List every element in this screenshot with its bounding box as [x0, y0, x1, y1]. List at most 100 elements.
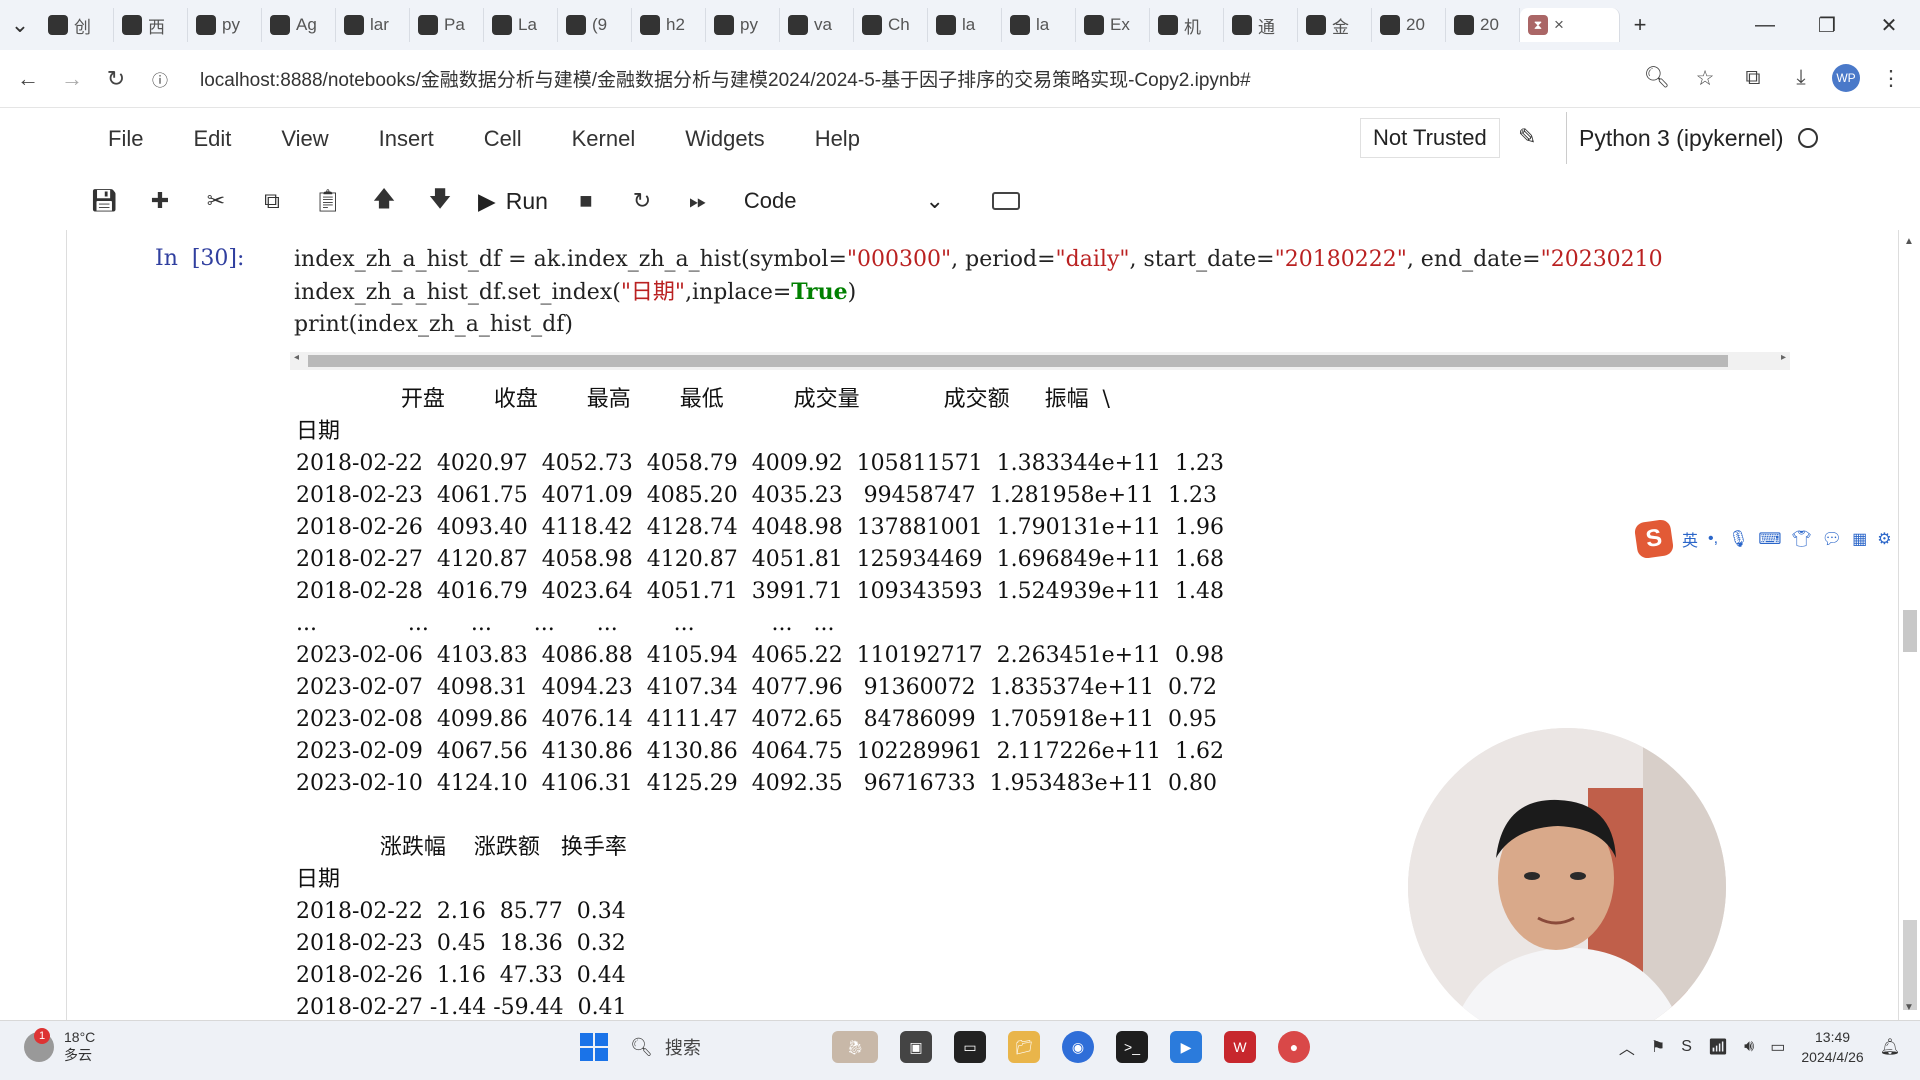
menu-cell[interactable]: Cell	[459, 126, 547, 152]
active-browser-tab[interactable]: ⧗ ×	[1520, 8, 1620, 42]
menu-view[interactable]: View	[256, 126, 353, 152]
menu-file[interactable]: File	[83, 126, 168, 152]
browser-tab[interactable]: 西	[114, 8, 188, 42]
restore-icon[interactable]: ❐	[1796, 0, 1858, 50]
pet-app-icon[interactable]: 🐉︎	[832, 1031, 878, 1063]
more-menu-icon[interactable]: ⋮	[1874, 58, 1908, 98]
browser-tab[interactable]: la	[1002, 8, 1076, 42]
browser-tab[interactable]: py	[188, 8, 262, 42]
browser-tab[interactable]: 通	[1224, 8, 1298, 42]
reload-icon[interactable]: ↻	[94, 57, 138, 101]
clock[interactable]: 13:49 2024/4/26	[1801, 1027, 1863, 1067]
scrollbar-thumb[interactable]	[308, 355, 1728, 367]
star-icon[interactable]: ☆	[1688, 58, 1722, 98]
battery-icon[interactable]: ▭	[1770, 1037, 1785, 1057]
file-viewer-icon[interactable]: ▣	[900, 1031, 932, 1063]
insert-cell-icon[interactable]: ✚	[132, 179, 188, 223]
scrollbar-thumb[interactable]	[1903, 610, 1917, 652]
keyboard-shortcuts-icon[interactable]	[991, 192, 1020, 210]
scroll-left-icon[interactable]: ◂	[294, 352, 299, 363]
edit-pencil-icon[interactable]: ✎	[1518, 124, 1536, 150]
skin-icon[interactable]: 👕︎	[1791, 529, 1811, 549]
browser-tab[interactable]: Ex	[1076, 8, 1150, 42]
microphone-icon[interactable]: 🎙︎	[1728, 529, 1748, 549]
tray-chevron-icon[interactable]: ︿	[1619, 1035, 1635, 1059]
tab-list-chevron-icon[interactable]: ⌄	[0, 8, 40, 42]
notification-icon[interactable]: 🔔︎	[1880, 1037, 1900, 1057]
back-icon[interactable]: ←	[6, 57, 50, 101]
chrome-icon[interactable]: ◉	[1062, 1031, 1094, 1063]
menu-help[interactable]: Help	[790, 126, 885, 152]
menu-kernel[interactable]: Kernel	[547, 126, 661, 152]
site-info-icon[interactable]: ⓘ	[138, 57, 182, 101]
zoom-icon[interactable]: 🔍︎	[1640, 58, 1674, 98]
tray-app-icon[interactable]: ⚑	[1651, 1037, 1665, 1057]
terminal-app-icon[interactable]: ▭	[954, 1031, 986, 1063]
close-tab-icon[interactable]: ×	[1554, 15, 1564, 35]
keyboard-icon[interactable]: ⌨	[1758, 529, 1781, 549]
close-window-icon[interactable]: ✕	[1858, 0, 1920, 50]
profile-avatar[interactable]: WP	[1832, 64, 1860, 92]
trust-indicator[interactable]: Not Trusted	[1360, 118, 1500, 158]
menu-edit[interactable]: Edit	[168, 126, 256, 152]
browser-tab[interactable]: Ag	[262, 8, 336, 42]
cmd-icon[interactable]: >_	[1116, 1031, 1148, 1063]
volume-icon[interactable]: 🔊︎	[1744, 1038, 1754, 1056]
browser-tab[interactable]: h2	[632, 8, 706, 42]
taskbar-search[interactable]: 🔍︎ 搜索	[630, 1034, 810, 1060]
browser-tab[interactable]: La	[484, 8, 558, 42]
page-vertical-scrollbar[interactable]: ▲ ▼	[1900, 230, 1920, 1020]
file-explorer-icon[interactable]: 📁︎	[1008, 1031, 1040, 1063]
windows-start-icon[interactable]	[580, 1033, 608, 1061]
punctuation-icon[interactable]: •,	[1708, 530, 1718, 548]
wps-icon[interactable]: W	[1224, 1031, 1256, 1063]
ime-language[interactable]: 英	[1682, 527, 1698, 551]
settings-icon[interactable]: ⚙	[1877, 529, 1891, 549]
browser-tab[interactable]: py	[706, 8, 780, 42]
wifi-icon[interactable]: 📶︎	[1708, 1037, 1728, 1057]
move-down-icon[interactable]: 🡇	[412, 179, 468, 223]
copy-icon[interactable]: ⧉	[244, 179, 300, 223]
browser-tab[interactable]: 20	[1372, 8, 1446, 42]
bilibili-icon[interactable]: ▶	[1170, 1031, 1202, 1063]
forward-icon[interactable]: →	[50, 57, 94, 101]
scroll-up-icon[interactable]: ▲	[1904, 236, 1914, 247]
interrupt-icon[interactable]: ■	[558, 179, 614, 223]
cut-icon[interactable]: ✂	[188, 179, 244, 223]
cell-type-select[interactable]: Code ⌄	[744, 188, 944, 214]
paste-icon[interactable]: 📋︎	[300, 179, 356, 223]
save-icon[interactable]: 💾︎	[76, 179, 132, 223]
recorder-icon[interactable]: ●	[1278, 1031, 1310, 1063]
menu-widgets[interactable]: Widgets	[660, 126, 789, 152]
browser-tab[interactable]: 创	[40, 8, 114, 42]
weather-widget[interactable]: 18°C 多云	[24, 1028, 95, 1065]
browser-tab[interactable]: lar	[336, 8, 410, 42]
browser-tab[interactable]: 金	[1298, 8, 1372, 42]
url-field[interactable]: localhost:8888/notebooks/金融数据分析与建模/金融数据分…	[200, 65, 1580, 92]
scroll-right-icon[interactable]: ▸	[1781, 352, 1786, 363]
restart-run-all-icon[interactable]: ⏩︎	[670, 179, 726, 223]
browser-tab[interactable]: Ch	[854, 8, 928, 42]
move-up-icon[interactable]: 🡅	[356, 179, 412, 223]
chat-icon[interactable]: 💬︎	[1822, 529, 1842, 549]
browser-tab[interactable]: 机	[1150, 8, 1224, 42]
extensions-icon[interactable]: ⧉	[1736, 58, 1770, 98]
new-tab-button[interactable]: +	[1620, 8, 1660, 42]
scroll-down-icon[interactable]: ▼	[1904, 1002, 1914, 1013]
minimize-icon[interactable]: —	[1734, 0, 1796, 50]
browser-tab[interactable]: 20	[1446, 8, 1520, 42]
browser-tab[interactable]: va	[780, 8, 854, 42]
tray-ime-icon[interactable]: S	[1681, 1038, 1692, 1056]
grid-menu-icon[interactable]: ▦	[1852, 529, 1867, 549]
browser-tab[interactable]: (9	[558, 8, 632, 42]
menu-insert[interactable]: Insert	[354, 126, 459, 152]
browser-tab[interactable]: la	[928, 8, 1002, 42]
restart-icon[interactable]: ↻	[614, 179, 670, 223]
code-horizontal-scrollbar[interactable]: ◂ ▸	[290, 352, 1790, 370]
sogou-logo-icon[interactable]: S	[1633, 518, 1675, 560]
run-button[interactable]: ▶ Run	[468, 188, 558, 215]
browser-tab[interactable]: Pa	[410, 8, 484, 42]
code-editor[interactable]: index_zh_a_hist_df = ak.index_zh_a_hist(…	[294, 244, 1794, 364]
download-icon[interactable]: ⤓	[1784, 58, 1818, 98]
kernel-indicator[interactable]: Python 3 (ipykernel)	[1566, 112, 1818, 164]
